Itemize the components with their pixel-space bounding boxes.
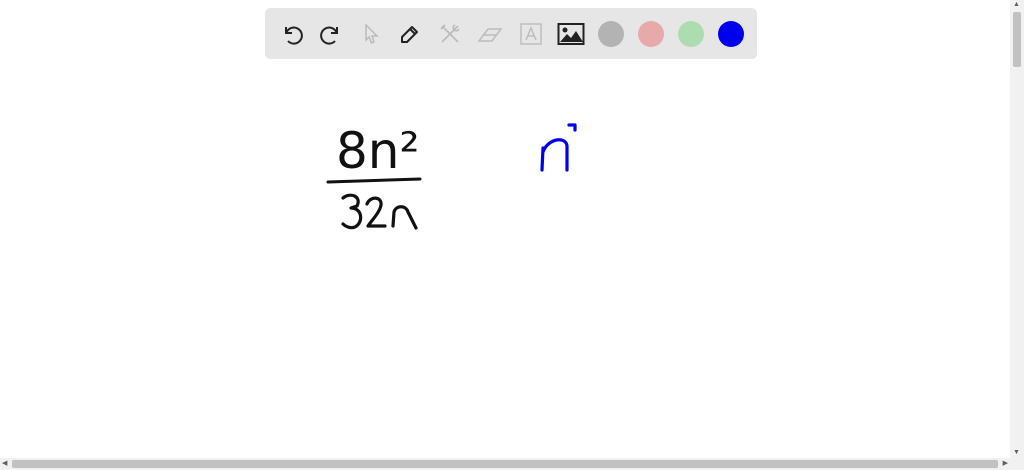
drawing-canvas[interactable]: 8n² <box>0 0 1010 458</box>
scroll-left-arrow[interactable]: ◀ <box>2 459 7 469</box>
horizontal-scrollbar[interactable]: ◀ ▶ <box>0 458 1024 470</box>
scroll-up-arrow[interactable]: ▲ <box>1013 0 1020 10</box>
handwritten-denominator <box>341 193 418 230</box>
scroll-right-arrow[interactable]: ▶ <box>1003 459 1008 469</box>
vertical-scroll-thumb[interactable] <box>1013 12 1021 67</box>
vertical-scrollbar[interactable]: ▲ ▼ <box>1010 0 1024 458</box>
handwritten-numerator: 8n² <box>336 122 420 180</box>
horizontal-scroll-thumb[interactable] <box>12 460 998 468</box>
handwritten-result <box>540 123 577 172</box>
scroll-down-arrow[interactable]: ▼ <box>1013 448 1020 458</box>
